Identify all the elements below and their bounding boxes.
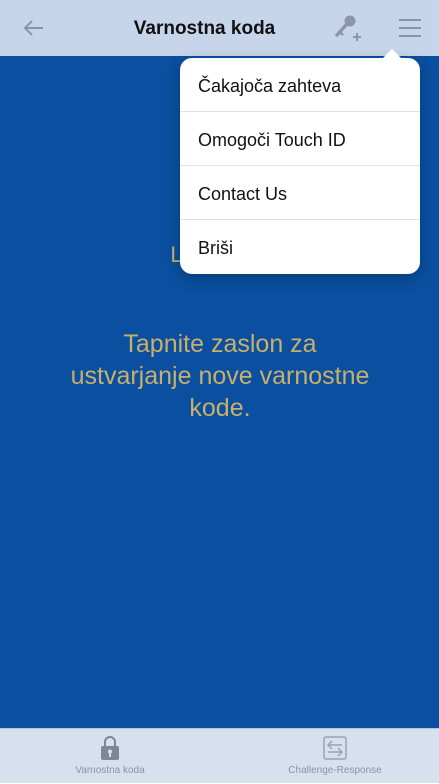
lock-icon xyxy=(101,736,119,760)
menu-button[interactable] xyxy=(392,10,428,46)
key-plus-icon xyxy=(335,15,361,41)
challenge-response-icon xyxy=(323,736,347,760)
tab-bar: Varnostna koda Challenge-Response xyxy=(0,728,439,783)
hamburger-menu-icon xyxy=(399,19,421,37)
menu-item-delete[interactable]: Briši xyxy=(180,220,420,274)
menu-item-pending-request[interactable]: Čakajoča zahteva xyxy=(180,58,420,112)
menu-item-contact-us[interactable]: Contact Us xyxy=(180,166,420,220)
instruction-text: Tapnite zaslon za ustvarjanje nove varno… xyxy=(70,330,370,422)
add-key-button[interactable] xyxy=(328,10,368,46)
menu-item-enable-touch-id[interactable]: Omogoči Touch ID xyxy=(180,112,420,166)
tab-challenge-response-label: Challenge-Response xyxy=(288,765,382,776)
tab-security-code-label: Varnostna koda xyxy=(75,765,145,776)
tab-challenge-response[interactable]: Challenge-Response xyxy=(250,729,420,784)
overflow-menu: Čakajoča zahteva Omogoči Touch ID Contac… xyxy=(180,49,420,274)
header: Varnostna koda xyxy=(0,0,439,56)
page-title: Varnostna koda xyxy=(133,18,276,39)
tab-security-code[interactable]: Varnostna koda xyxy=(40,729,180,784)
